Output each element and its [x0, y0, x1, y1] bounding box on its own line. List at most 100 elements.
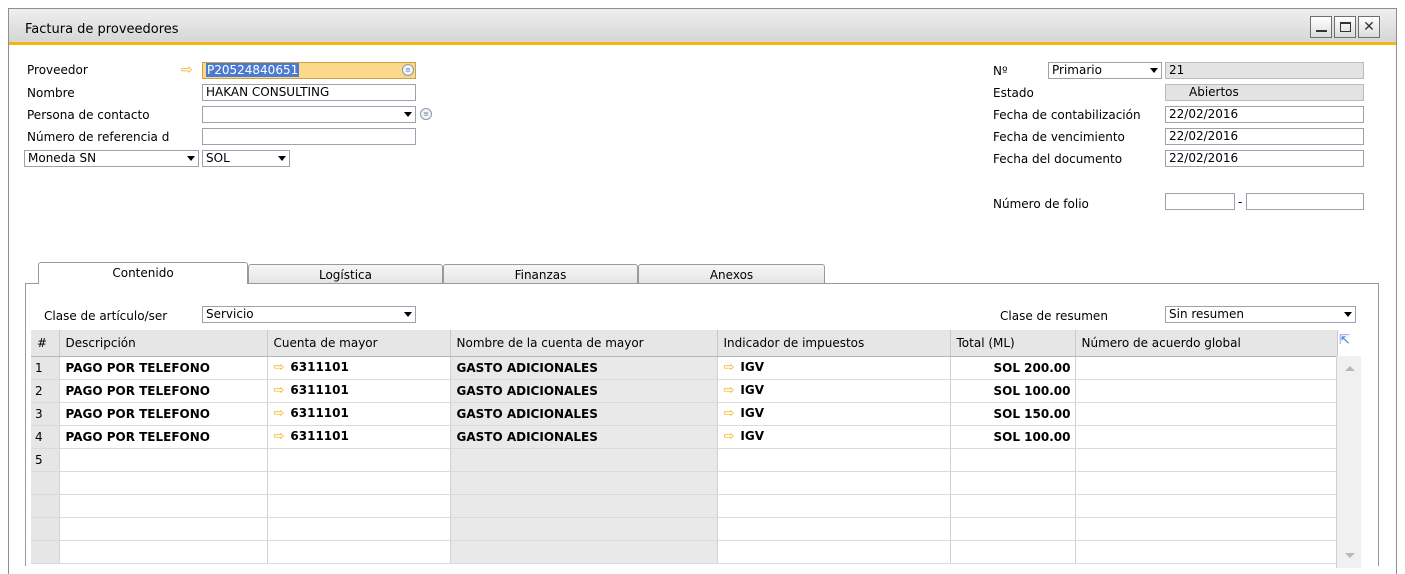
total-cell[interactable] [950, 448, 1076, 472]
serie-value: Primario [1052, 63, 1102, 77]
col-header-total[interactable]: Total (ML) [950, 330, 1076, 357]
lines-table: # Descripción Cuenta de mayor Nombre de … [31, 330, 1338, 564]
vertical-scrollbar[interactable] [1336, 356, 1361, 568]
impuesto-cell[interactable]: ⇨ IGV [717, 402, 951, 426]
acuerdo-cell[interactable] [1075, 425, 1338, 449]
cuenta-cell[interactable] [267, 517, 451, 541]
scroll-down-icon[interactable] [1345, 553, 1355, 558]
table-row[interactable] [31, 517, 1338, 541]
cuenta-cell[interactable] [267, 448, 451, 472]
cuenta-cell[interactable]: ⇨ 6311101 [267, 356, 451, 380]
table-row[interactable] [31, 471, 1338, 495]
impuesto-cell[interactable]: ⇨ IGV [717, 379, 951, 403]
clase-resumen-select[interactable]: Sin resumen [1165, 306, 1356, 323]
tab-logistica[interactable]: Logística [248, 264, 443, 284]
maximize-button[interactable] [1334, 16, 1356, 38]
link-arrow-icon[interactable]: ⇨ [724, 406, 735, 421]
clase-articulo-select[interactable]: Servicio [202, 306, 416, 323]
impuesto-cell[interactable] [717, 448, 951, 472]
table-row[interactable] [31, 540, 1338, 564]
acuerdo-cell[interactable] [1075, 402, 1338, 426]
impuesto-cell[interactable]: ⇨ IGV [717, 356, 951, 380]
nombre-field[interactable]: HAKAN CONSULTING [202, 84, 416, 101]
total-cell[interactable]: SOL 100.00 [950, 425, 1076, 449]
serie-select[interactable]: Primario [1048, 62, 1162, 79]
cuenta-cell[interactable]: ⇨ 6311101 [267, 402, 451, 426]
cuenta-cell[interactable]: ⇨ 6311101 [267, 379, 451, 403]
col-header-acuerdo[interactable]: Número de acuerdo global [1075, 330, 1338, 357]
link-arrow-icon[interactable]: ⇨ [274, 383, 285, 398]
total-cell[interactable]: SOL 150.00 [950, 402, 1076, 426]
acuerdo-cell[interactable] [1075, 540, 1338, 564]
folio-prefix-field[interactable] [1165, 193, 1235, 210]
total-cell[interactable] [950, 517, 1076, 541]
acuerdo-cell[interactable] [1075, 517, 1338, 541]
table-row[interactable]: 3 PAGO POR TELEFONO ⇨ 6311101 GASTO ADICIONA… [31, 402, 1338, 426]
descripcion-cell[interactable] [59, 471, 268, 495]
descripcion-cell[interactable]: PAGO POR TELEFONO [59, 425, 268, 449]
descripcion-cell[interactable]: PAGO POR TELEFONO [59, 356, 268, 380]
link-arrow-icon[interactable]: ⇨ [724, 360, 735, 375]
descripcion-cell[interactable]: PAGO POR TELEFONO [59, 379, 268, 403]
cuenta-cell[interactable]: ⇨ 6311101 [267, 425, 451, 449]
table-row[interactable]: 4 PAGO POR TELEFONO ⇨ 6311101 GASTO ADICIONA… [31, 425, 1338, 449]
table-row[interactable]: 1 PAGO POR TELEFONO ⇨ 6311101 GASTO ADICIONA… [31, 356, 1338, 380]
impuesto-cell[interactable] [717, 494, 951, 518]
descripcion-cell[interactable] [59, 540, 268, 564]
link-arrow-icon[interactable]: ⇨ [724, 383, 735, 398]
impuesto-cell[interactable]: ⇨ IGV [717, 425, 951, 449]
total-cell[interactable]: SOL 100.00 [950, 379, 1076, 403]
moneda-type-select[interactable]: Moneda SN [24, 150, 199, 167]
minimize-button[interactable] [1310, 16, 1332, 38]
cuenta-cell[interactable] [267, 540, 451, 564]
folio-number-field[interactable] [1246, 193, 1364, 210]
total-cell[interactable] [950, 540, 1076, 564]
impuesto-cell[interactable] [717, 517, 951, 541]
proveedor-field[interactable]: P20524840651 [202, 62, 416, 79]
contacto-select[interactable] [202, 106, 416, 123]
table-row[interactable] [31, 494, 1338, 518]
total-cell[interactable] [950, 471, 1076, 495]
col-header-descripcion[interactable]: Descripción [59, 330, 268, 357]
descripcion-cell[interactable] [59, 517, 268, 541]
proveedor-link-arrow-icon[interactable]: ⇨ [181, 63, 193, 77]
tab-finanzas[interactable]: Finanzas [443, 264, 638, 284]
col-header-impuestos[interactable]: Indicador de impuestos [717, 330, 951, 357]
referencia-field[interactable] [202, 128, 416, 145]
col-header-nombre-cuenta[interactable]: Nombre de la cuenta de mayor [450, 330, 718, 357]
fecha-contabilizacion-field[interactable]: 22/02/2016 [1165, 106, 1364, 123]
total-cell[interactable] [950, 494, 1076, 518]
impuesto-cell[interactable] [717, 540, 951, 564]
table-row[interactable]: 2 PAGO POR TELEFONO ⇨ 6311101 GASTO ADICIONA… [31, 379, 1338, 403]
scroll-up-icon[interactable] [1345, 366, 1355, 371]
link-arrow-icon[interactable]: ⇨ [274, 429, 285, 444]
expand-icon[interactable]: ⇱ [1339, 334, 1353, 348]
nombre-cuenta-cell [450, 471, 718, 495]
acuerdo-cell[interactable] [1075, 471, 1338, 495]
descripcion-cell[interactable] [59, 448, 268, 472]
col-header-cuenta[interactable]: Cuenta de mayor [267, 330, 451, 357]
total-cell[interactable]: SOL 200.00 [950, 356, 1076, 380]
table-row[interactable]: 5 [31, 448, 1338, 472]
choose-from-list-icon[interactable]: ≡ [402, 64, 414, 76]
fecha-vencimiento-field[interactable]: 22/02/2016 [1165, 128, 1364, 145]
impuesto-cell[interactable] [717, 471, 951, 495]
link-arrow-icon[interactable]: ⇨ [274, 406, 285, 421]
cuenta-cell[interactable] [267, 494, 451, 518]
link-arrow-icon[interactable]: ⇨ [274, 360, 285, 375]
descripcion-cell[interactable]: PAGO POR TELEFONO [59, 402, 268, 426]
col-header-num[interactable]: # [31, 330, 60, 357]
link-arrow-icon[interactable]: ⇨ [724, 429, 735, 444]
acuerdo-cell[interactable] [1075, 356, 1338, 380]
cuenta-cell[interactable] [267, 471, 451, 495]
close-button[interactable]: ✕ [1358, 16, 1380, 38]
tab-contenido[interactable]: Contenido [38, 262, 248, 284]
contacto-list-icon[interactable]: ≡ [420, 108, 432, 120]
acuerdo-cell[interactable] [1075, 379, 1338, 403]
tab-anexos[interactable]: Anexos [638, 264, 825, 284]
acuerdo-cell[interactable] [1075, 448, 1338, 472]
acuerdo-cell[interactable] [1075, 494, 1338, 518]
fecha-documento-field[interactable]: 22/02/2016 [1165, 150, 1364, 167]
moneda-select[interactable]: SOL [202, 150, 290, 167]
descripcion-cell[interactable] [59, 494, 268, 518]
